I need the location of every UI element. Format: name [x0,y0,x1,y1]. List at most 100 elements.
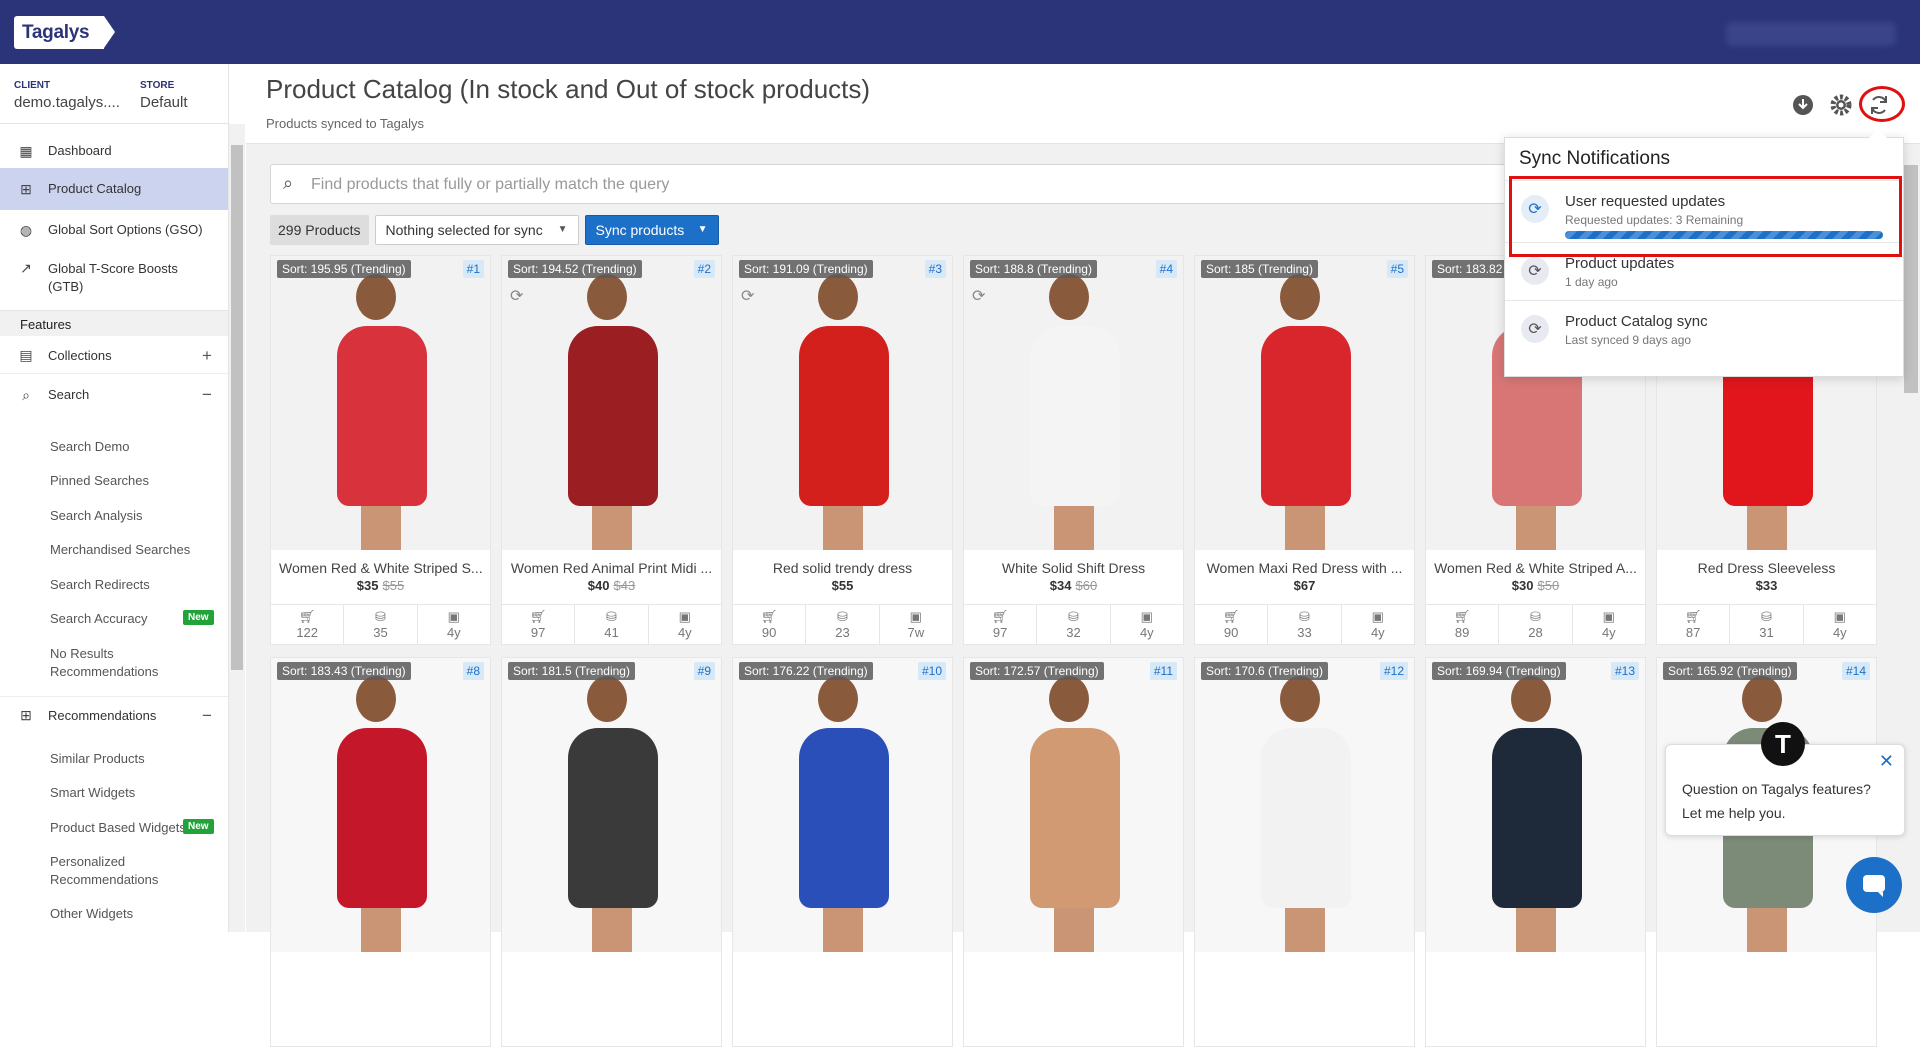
main-scrollbar-thumb[interactable] [1904,165,1918,393]
cart-icon: 🛒︎ [1453,609,1471,624]
model-legs [1516,506,1556,550]
download-icon[interactable] [1790,92,1816,118]
dress-shape [337,326,427,506]
sync-select[interactable]: Nothing selected for sync ▼ [374,215,579,245]
sort-badge: Sort: 195.95 (Trending) [277,260,411,278]
sidebar-subitem-similar-products[interactable]: Similar Products [50,750,145,768]
stat-value: 35 [373,625,388,640]
calendar-icon: ▣ [447,609,460,624]
product-card[interactable]: Sort: 195.95 (Trending) #1 Women Red & Whi… [270,255,491,645]
sidebar-subitem-search-demo[interactable]: Search Demo [50,438,129,456]
sidebar-item-product-catalog[interactable]: ⊞ Product Catalog [0,168,228,210]
collapse-icon[interactable]: − [202,385,212,405]
product-stats: 🛒︎ 89 ⛁ 28 ▣ 4y [1426,604,1645,644]
product-search-bar[interactable]: ⌕ Find products that fully or partially … [270,164,1510,204]
sidebar-subitem-search-analysis[interactable]: Search Analysis [50,507,143,525]
sidebar-item-label: Search [48,387,90,402]
close-icon[interactable]: ✕ [1879,751,1894,772]
product-image[interactable]: Sort: 176.22 (Trending) #10 [733,658,952,952]
product-name[interactable]: Women Red Animal Print Midi ... [502,560,721,576]
sidebar-subitem-other-widgets[interactable]: Other Widgets [50,905,133,923]
sync-products-button[interactable]: Sync products ▼ [584,215,719,245]
sidebar-item-gso[interactable]: ◍ Global Sort Options (GSO) [0,210,228,250]
product-name[interactable]: Women Red & White Striped S... [271,560,490,576]
sidebar-item-collections[interactable]: ▤ Collections + [0,338,228,374]
current-price: $55 [831,578,854,593]
user-menu[interactable] [1726,22,1896,46]
product-card[interactable]: Sort: 172.57 (Trending) #11 [963,657,1184,1047]
product-image[interactable]: Sort: 195.95 (Trending) #1 [271,256,490,550]
top-bar: Tagalys [0,0,1920,64]
original-price: $60 [1075,578,1098,593]
product-card[interactable]: Sort: 188.8 (Trending) #4 ⟳ White Solid Shi… [963,255,1184,645]
purchase-stat: ⛁ 32 [1037,605,1111,644]
notification-product-catalog-sync[interactable]: ⟳ Product Catalog sync Last synced 9 day… [1505,300,1903,358]
model-head [356,676,396,722]
sort-badge: Sort: 176.22 (Trending) [739,662,873,680]
product-card[interactable]: Sort: 169.94 (Trending) #13 [1425,657,1646,1047]
product-name[interactable]: Red solid trendy dress [733,560,952,576]
rank-badge: #1 [462,260,484,278]
sidebar-subitem-personalized-recommendations[interactable]: Personalized Recommendations [50,853,180,889]
sidebar-scrollbar-thumb[interactable] [231,145,243,670]
stat-value: 90 [1223,625,1239,640]
product-card[interactable]: Sort: 194.52 (Trending) #2 ⟳ Women Red Anim… [501,255,722,645]
gear-icon[interactable] [1828,92,1854,118]
product-image[interactable]: Sort: 170.6 (Trending) #12 [1195,658,1414,952]
product-image[interactable]: Sort: 181.5 (Trending) #9 [502,658,721,952]
sidebar-item-dashboard[interactable]: ▦ Dashboard [0,134,228,168]
product-card[interactable]: Sort: 185 (Trending) #5 Women Maxi Red Dre… [1194,255,1415,645]
expand-icon[interactable]: + [202,346,212,366]
notification-sub: Last synced 9 days ago [1565,333,1692,347]
product-stats: 🛒︎ 90 ⛁ 33 ▣ 4y [1195,604,1414,644]
sidebar-subitem-product-based-widgets[interactable]: Product Based Widgets [50,819,186,837]
product-card[interactable]: Sort: 176.22 (Trending) #10 [732,657,953,1047]
sidebar-subitem-merchandised-searches[interactable]: Merchandised Searches [50,541,190,559]
product-name[interactable]: Women Maxi Red Dress with ... [1195,560,1414,576]
current-price: $35 [356,578,379,593]
product-price: $35 $55 [271,578,490,593]
model-head [818,274,858,320]
sidebar-item-search[interactable]: ⌕ Search − [0,376,228,414]
sidebar-subitem-no-results-recommendations[interactable]: No Results Recommendations [50,645,180,681]
product-card[interactable]: Sort: 170.6 (Trending) #12 [1194,657,1415,1047]
sidebar-subitem-search-redirects[interactable]: Search Redirects [50,576,150,594]
product-image[interactable]: Sort: 185 (Trending) #5 [1195,256,1414,550]
product-card[interactable]: Sort: 183.43 (Trending) #8 [270,657,491,1047]
product-name[interactable]: Women Red & White Striped A... [1426,560,1645,576]
calendar-icon: ▣ [678,609,691,624]
search-input[interactable]: Find products that fully or partially ma… [311,176,669,194]
sidebar-item-label: Dashboard [48,143,112,158]
product-image[interactable]: Sort: 183.43 (Trending) #8 [271,658,490,952]
sidebar-subitem-smart-widgets[interactable]: Smart Widgets [50,784,135,802]
purchase-stat: ⛁ 28 [1499,605,1573,644]
sidebar-subitem-search-accuracy[interactable]: Search Accuracy [50,610,148,628]
product-card[interactable]: Sort: 165.92 (Trending) #14 [1656,657,1877,1047]
product-image[interactable]: Sort: 169.94 (Trending) #13 [1426,658,1645,952]
basket-icon: ⛁ [837,609,848,624]
sort-badge: Sort: 183.43 (Trending) [277,662,411,680]
product-name[interactable]: Red Dress Sleeveless [1657,560,1876,576]
sidebar-subitem-pinned-searches[interactable]: Pinned Searches [50,472,149,490]
product-card[interactable]: Sort: 181.5 (Trending) #9 [501,657,722,1047]
chat-launcher-button[interactable] [1846,857,1902,913]
sync-icon: ⟳ [1521,257,1549,285]
sort-badge: Sort: 185 (Trending) [1201,260,1318,278]
product-stats: 🛒︎ 97 ⛁ 32 ▣ 4y [964,604,1183,644]
sidebar-item-recommendations[interactable]: ⊞ Recommendations − [0,696,228,734]
chat-line-1: Question on Tagalys features? [1682,781,1871,797]
client-store-selector[interactable]: CLIENT demo.tagalys.... STORE Default [0,64,228,124]
collapse-icon[interactable]: − [202,706,212,726]
product-image[interactable]: Sort: 191.09 (Trending) #3 ⟳ [733,256,952,550]
calendar-icon: ▣ [1833,609,1846,624]
sidebar-item-gtb[interactable]: ↗ Global T-Score Boosts (GTB) [0,256,228,302]
product-card[interactable]: Sort: 191.09 (Trending) #3 ⟳ Red solid tren… [732,255,953,645]
product-image[interactable]: Sort: 172.57 (Trending) #11 [964,658,1183,952]
dashboard-icon: ▦ [19,142,33,159]
product-image[interactable]: Sort: 194.52 (Trending) #2 ⟳ [502,256,721,550]
product-image[interactable]: Sort: 188.8 (Trending) #4 ⟳ [964,256,1183,550]
client-value[interactable]: demo.tagalys.... [14,94,120,111]
tagalys-logo[interactable]: Tagalys [14,16,115,49]
product-name[interactable]: White Solid Shift Dress [964,560,1183,576]
store-value[interactable]: Default [140,94,188,111]
